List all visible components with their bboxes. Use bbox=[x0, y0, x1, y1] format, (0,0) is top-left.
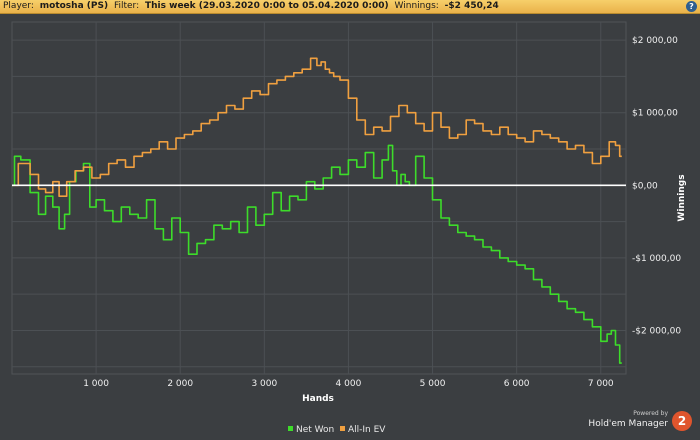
winnings-chart: 1 000 2 000 3 000 4 000 5 000 6 000 7 000 $2 0… bbox=[11, 21, 687, 435]
x-tick-label: 7 000 bbox=[588, 379, 614, 389]
y-tick-label: $1 000,00 bbox=[632, 109, 678, 119]
y-axis-label: Winnings bbox=[677, 174, 687, 221]
x-tick-label: 4 000 bbox=[336, 379, 362, 389]
x-tick-label: 6 000 bbox=[504, 379, 530, 389]
y-axis: $2 000,00 $1 000,00 $0,00 -$1 000,00 -$2 000… bbox=[632, 36, 681, 336]
legend-swatch bbox=[340, 426, 345, 431]
player-value[interactable]: motosha (PS) bbox=[40, 0, 108, 13]
y-tick-label: $0,00 bbox=[632, 181, 658, 191]
winnings-label: Winnings: bbox=[394, 1, 439, 11]
chart-legend: Net Won All-In EV bbox=[288, 425, 386, 435]
x-tick-label: 5 000 bbox=[420, 379, 446, 389]
help-icon[interactable]: ? bbox=[686, 1, 697, 12]
y-tick-label: $2 000,00 bbox=[632, 36, 678, 46]
x-axis-label: Hands bbox=[302, 394, 334, 404]
filter-label: Filter: bbox=[113, 1, 140, 11]
x-axis: 1 000 2 000 3 000 4 000 5 000 6 000 7 000 bbox=[83, 379, 614, 389]
chart-grid bbox=[11, 21, 627, 375]
hm2-logo-icon: 2 bbox=[672, 411, 692, 431]
powered-by-text: Powered by bbox=[633, 410, 668, 417]
y-tick-label: -$2 000,00 bbox=[632, 326, 681, 336]
x-tick-label: 2 000 bbox=[167, 379, 193, 389]
legend-label: All-In EV bbox=[348, 425, 386, 435]
filter-bar: Player: motosha (PS) Filter: This week (… bbox=[0, 0, 700, 14]
legend-swatch bbox=[288, 426, 293, 431]
x-tick-label: 3 000 bbox=[251, 379, 277, 389]
filter-value[interactable]: This week (29.03.2020 0:00 to 05.04.2020… bbox=[145, 0, 389, 13]
y-tick-label: -$1 000,00 bbox=[632, 254, 681, 264]
branding: Powered by Hold'em Manager 2 bbox=[574, 408, 694, 436]
player-label: Player: bbox=[3, 1, 34, 11]
winnings-value: -$2 450,24 bbox=[444, 1, 499, 11]
x-tick-label: 1 000 bbox=[83, 379, 109, 389]
plot-area bbox=[11, 21, 627, 375]
legend-label: Net Won bbox=[296, 425, 334, 435]
product-name: Hold'em Manager bbox=[588, 419, 668, 429]
